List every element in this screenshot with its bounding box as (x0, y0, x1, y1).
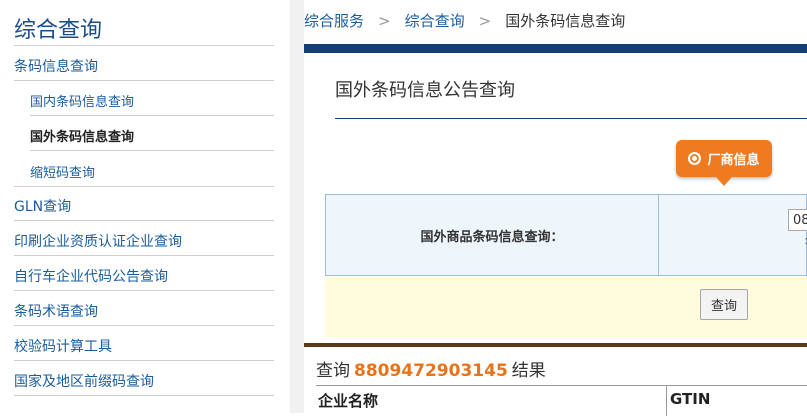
barcode-input[interactable] (788, 209, 807, 231)
divider (14, 255, 274, 256)
breadcrumb-link-services[interactable]: 综合服务 (304, 12, 364, 30)
sidebar-item-bicycle-code[interactable]: 自行车企业代码公告查询 (14, 266, 168, 286)
query-label: 国外商品条码信息查询： (326, 195, 659, 275)
sidebar-item-gln[interactable]: GLN查询 (14, 196, 71, 216)
breadcrumb: 综合服务 > 综合查询 > 国外条码信息查询 (304, 10, 625, 31)
column-header-gtin: GTIN (670, 390, 711, 408)
page-title: 国外条码信息公告查询 (335, 80, 515, 101)
submit-row: 查询 (325, 277, 807, 337)
divider (14, 395, 274, 396)
query-form: 国外商品条码信息查询： ↕ (325, 194, 807, 276)
divider (14, 220, 274, 221)
column-header-company: 企业名称 (318, 392, 379, 410)
manufacturer-info-label: 厂商信息 (707, 153, 760, 168)
title-divider (335, 118, 807, 119)
divider (30, 115, 274, 116)
divider (14, 290, 274, 291)
sidebar-item-country-prefix[interactable]: 国家及地区前缀码查询 (14, 371, 154, 391)
sidebar-item-check-digit-tool[interactable]: 校验码计算工具 (14, 336, 112, 356)
result-code: 8809472903145 (354, 361, 508, 381)
sidebar-item-terminology[interactable]: 条码术语查询 (14, 301, 98, 321)
radio-selected-icon (688, 152, 702, 165)
query-button[interactable]: 查询 (700, 289, 748, 320)
section-divider (304, 343, 807, 347)
column-divider (666, 386, 667, 416)
header-bar (304, 44, 807, 53)
divider (14, 325, 274, 326)
sidebar-item-short-code[interactable]: 缩短码查询 (30, 162, 95, 181)
main-content: 国外条码信息公告查询 厂商信息 国外商品条码信息查询： ↕ 查询 查询88094… (304, 40, 807, 416)
result-prefix: 查询 (316, 361, 350, 381)
sidebar-item-printing-qualification[interactable]: 印刷企业资质认证企业查询 (14, 231, 182, 251)
manufacturer-info-tab[interactable]: 厂商信息 (676, 140, 772, 186)
divider (14, 186, 274, 187)
sidebar: 综合查询 条码信息查询 国内条码信息查询 国外条码信息查询 缩短码查询 GLN查… (0, 0, 290, 413)
breadcrumb-separator: > (478, 12, 492, 30)
breadcrumb-current: 国外条码信息查询 (505, 12, 626, 30)
sidebar-title: 综合查询 (14, 18, 103, 43)
divider (14, 80, 274, 81)
breadcrumb-link-query[interactable]: 综合查询 (405, 12, 465, 30)
divider (14, 360, 274, 361)
input-hint-icon: ↕ (803, 235, 807, 248)
column-divider (290, 0, 304, 413)
result-title: 查询 8809472903145 结果 (316, 356, 546, 381)
result-table: 企业名称 GTIN (316, 385, 807, 416)
divider (14, 45, 274, 46)
sidebar-item-domestic-barcode[interactable]: 国内条码信息查询 (30, 91, 134, 110)
sidebar-item-foreign-barcode[interactable]: 国外条码信息查询 (30, 126, 134, 145)
sidebar-item-barcode-info[interactable]: 条码信息查询 (14, 56, 98, 76)
breadcrumb-separator: > (378, 12, 391, 30)
result-suffix: 结果 (511, 361, 546, 381)
divider (30, 150, 274, 151)
